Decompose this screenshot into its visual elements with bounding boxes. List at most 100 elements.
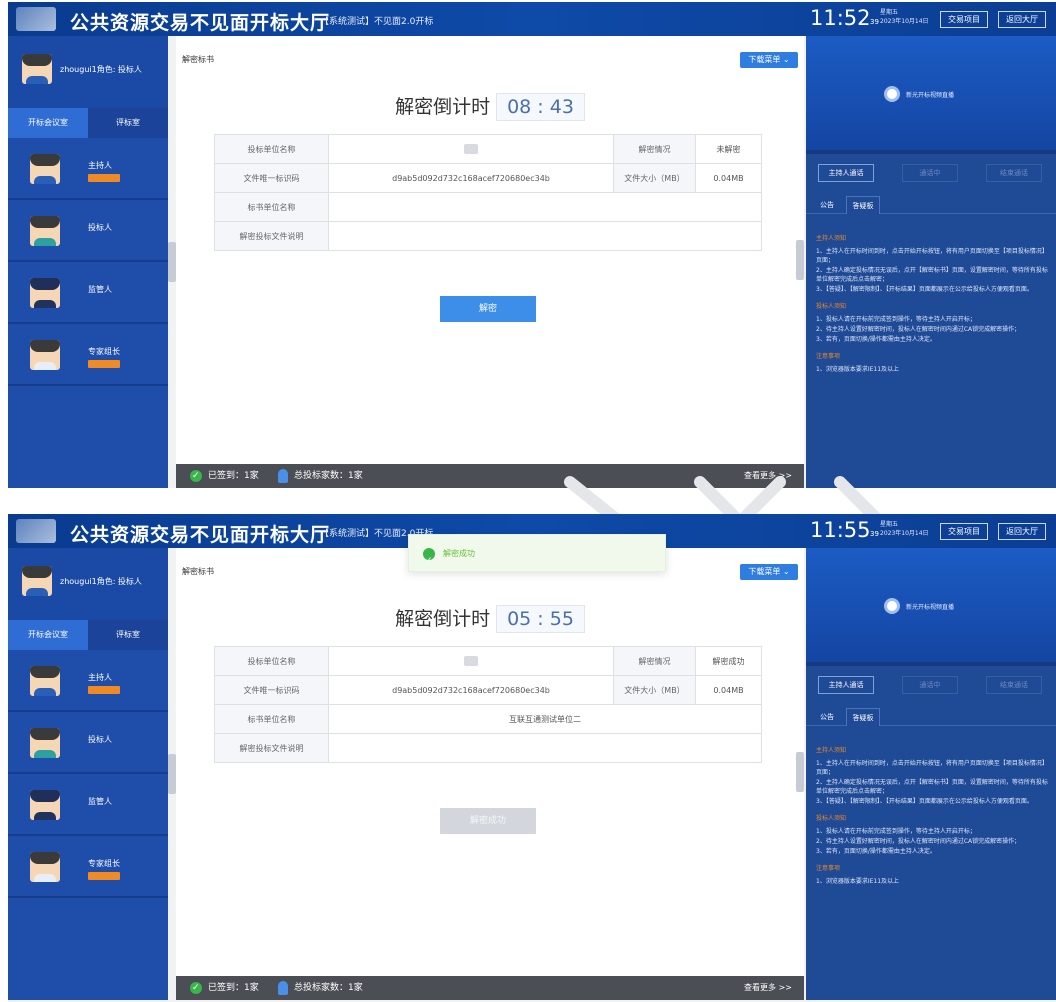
role-expert-leader[interactable]: 专家组长 [8,838,168,898]
role-badge [88,686,120,694]
unit-name: 互联互通测试单位二 [328,704,762,734]
weekday: 星期五 [880,9,899,16]
notice-line: 1、主持人在开标时间到时，点击开始开标按钮，将有用户页面切换至【项目投标情况】页… [816,760,1048,776]
role-bidder[interactable]: 投标人 [8,202,168,262]
bidder-count: 总投标家数：1家 [294,471,363,481]
view-more-link[interactable]: 查看更多 >> [744,464,792,488]
weekday: 星期五 [880,521,899,528]
status-bar: 已签到：1家 总投标家数：1家 查看更多 >> [176,976,804,1000]
cell-label: 标书单位名称 [214,192,329,222]
screenshot-before-decrypt: 公共资源交易不见面开标大厅 【系统测试】不见面2.0开标 11:52 39 星期… [8,2,1056,488]
view-more-link[interactable]: 查看更多 >> [744,976,792,1000]
role-label: 主持人 [88,673,112,682]
cell-label: 解密投标文件说明 [214,733,329,763]
role-label: 专家组长 [88,859,120,868]
bid-info-table: 投标单位名称 解密情况 解密成功 文件唯一标识码 d9ab5d092d732c1… [214,646,762,763]
download-menu-button[interactable]: 下载菜单 ⌄ [740,52,798,68]
host-avatar-icon [30,666,60,696]
video-area[interactable]: 新光开标视频直播 [806,548,1056,666]
in-call-button[interactable]: 通话中 [902,676,958,694]
clock-seconds: 39 [870,530,879,538]
collapse-right-handle[interactable] [796,752,804,792]
avatar [22,566,52,596]
role-label: 专家组长 [88,347,120,356]
in-call-button[interactable]: 通话中 [902,164,958,182]
signed-count: 已签到：1家 [208,471,259,481]
table-row: 标书单位名称 互联互通测试单位二 [214,704,762,734]
success-toast: 解密成功 [408,534,666,580]
back-to-hall-button[interactable]: 返回大厅 [998,523,1046,540]
right-panel: 新光开标视频直播 主持人通话 通话中 结束通话 公告 答疑板 主持人须知 1、主… [806,36,1056,488]
tab-evaluation-room[interactable]: 评标室 [88,108,168,138]
left-sidebar: zhougui1角色: 投标人 开标会议室 评标室 主持人 投标人 监管人 专家… [8,548,168,1000]
user-card: zhougui1角色: 投标人 [8,36,168,108]
tab-qa[interactable]: 答疑板 [846,196,880,214]
countdown-label: 解密倒计时 [395,96,491,118]
video-area[interactable]: 新光开标视频直播 [806,36,1056,154]
role-host[interactable]: 主持人 [8,652,168,712]
table-row: 解密投标文件说明 [214,221,762,251]
live-logo-icon [884,86,900,102]
decrypt-note [328,221,762,251]
host-call-button[interactable]: 主持人通话 [818,164,874,182]
decrypt-status: 未解密 [695,134,762,164]
supervisor-avatar-icon [30,790,60,820]
end-call-button[interactable]: 结束通话 [986,164,1042,182]
trade-project-button[interactable]: 交易项目 [940,11,988,28]
tab-qa[interactable]: 答疑板 [846,708,880,726]
role-expert-leader[interactable]: 专家组长 [8,326,168,386]
screenshot-after-decrypt: 公共资源交易不见面开标大厅 【系统测试】不见面2.0开标 11:55 39 星期… [8,514,1056,1002]
role-label: 投标人 [88,735,112,744]
cell-label: 标书单位名称 [214,704,329,734]
right-panel: 新光开标视频直播 主持人通话 通话中 结束通话 公告 答疑板 主持人须知 1、主… [806,548,1056,1000]
notice-heading: 投标人须知 [816,303,847,310]
logo-icon [16,519,56,543]
decrypt-button[interactable]: 解密 [440,296,536,322]
main-panel: 解密标书 下载菜单 ⌄ 解密倒计时 05 : 55 投标单位名称 解密情况 解密成… [176,548,804,1000]
notice-line: 3、【答疑】、【解密限制】、【开标结果】页面都展示在公示给投标人方便观看页面。 [816,798,1033,805]
table-row: 解密投标文件说明 [214,733,762,763]
tab-evaluation-room[interactable]: 评标室 [88,620,168,650]
back-to-hall-button[interactable]: 返回大厅 [998,11,1046,28]
trade-project-button[interactable]: 交易项目 [940,523,988,540]
video-caption: 新光开标视频直播 [906,92,955,99]
role-host[interactable]: 主持人 [8,140,168,200]
decrypt-success-button[interactable]: 解密成功 [440,808,536,834]
right-tabs: 公告 答疑板 [806,706,1056,726]
download-menu-button[interactable]: 下载菜单 ⌄ [740,564,798,580]
notice-heading: 注意事项 [816,865,841,872]
decrypt-countdown: 解密倒计时 08 : 43 [176,92,804,121]
bidder-name-masked [328,134,614,164]
end-call-button[interactable]: 结束通话 [986,676,1042,694]
date: 2023年10月14日 [880,18,929,25]
section-label: 解密标书 [182,55,214,64]
host-call-button[interactable]: 主持人通话 [818,676,874,694]
notice-line: 1、主持人在开标时间到时，点击开始开标按钮，将有用户页面切换至【项目投标情况】页… [816,248,1048,264]
masked-text [464,656,478,666]
cell-label: 解密情况 [613,646,696,676]
role-supervisor[interactable]: 监管人 [8,776,168,836]
tab-notice[interactable]: 公告 [810,196,844,214]
notice-content: 主持人须知 1、主持人在开标时间到时，点击开始开标按钮，将有用户页面切换至【项目… [816,738,1050,887]
notice-line: 3、若有，页面切换/操作都需由主持人决定。 [816,336,936,343]
notice-line: 3、【答疑】、【解密限制】、【开标结果】页面都展示在公示给投标人方便观看页面。 [816,286,1033,293]
file-hash: d9ab5d092d732c168acef720680ec34b [328,675,614,705]
tab-notice[interactable]: 公告 [810,708,844,726]
notice-line: 1、浏览器版本要求IE11及以上 [816,878,900,885]
role-supervisor[interactable]: 监管人 [8,264,168,324]
notice-line: 1、投标人请在开标前完成签到操作，等待主持人开启开标； [816,316,976,323]
collapse-left-handle[interactable] [168,242,176,282]
role-badge [88,872,120,880]
notice-content: 主持人须知 1、主持人在开标时间到时，点击开始开标按钮，将有用户页面切换至【项目… [816,226,1050,375]
tab-opening-room[interactable]: 开标会议室 [8,620,88,650]
cell-label: 文件唯一标识码 [214,675,329,705]
notice-line: 3、若有，页面切换/操作都需由主持人决定。 [816,848,936,855]
collapse-left-handle[interactable] [168,754,176,794]
collapse-right-handle[interactable] [796,240,804,280]
role-bidder[interactable]: 投标人 [8,714,168,774]
file-hash: d9ab5d092d732c168acef720680ec34b [328,163,614,193]
notice-line: 1、投标人请在开标前完成签到操作，等待主持人开启开标； [816,828,976,835]
right-tabs: 公告 答疑板 [806,194,1056,214]
user-name: zhougui1角色: 投标人 [60,577,142,586]
tab-opening-room[interactable]: 开标会议室 [8,108,88,138]
